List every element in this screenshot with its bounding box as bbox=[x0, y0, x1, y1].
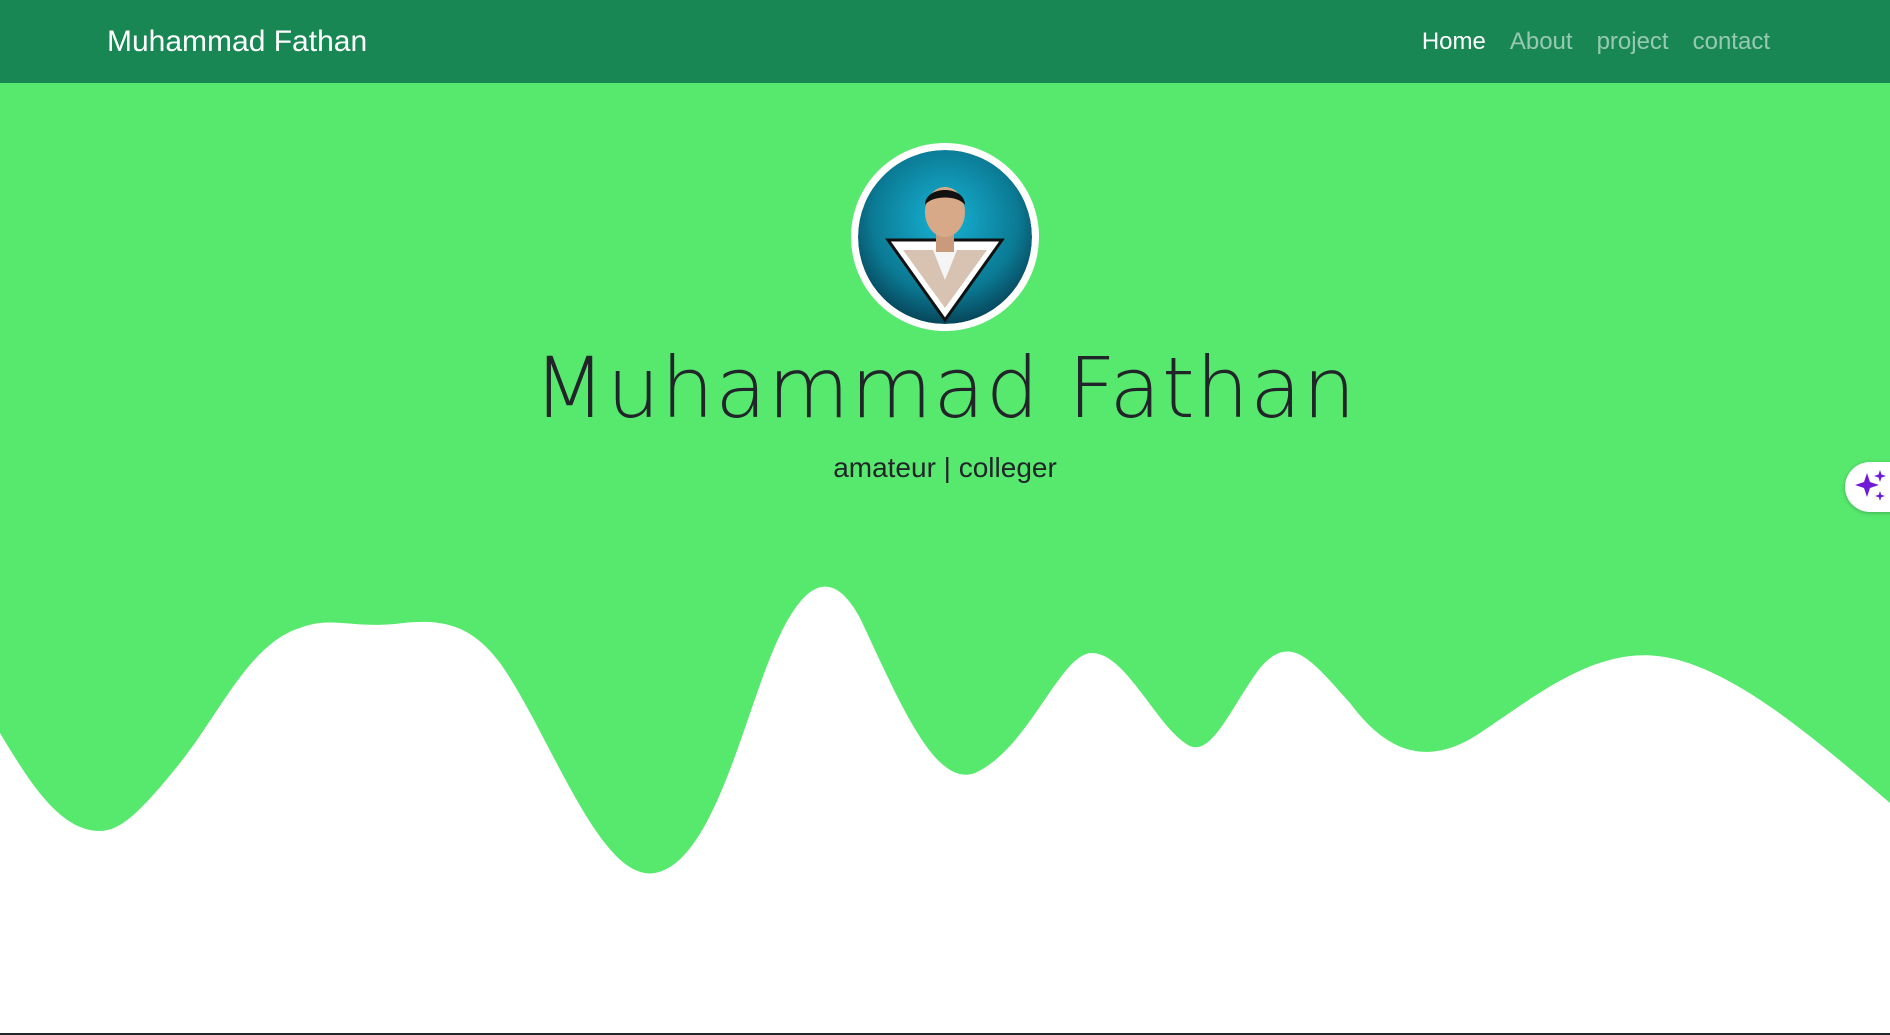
nav-link-contact[interactable]: contact bbox=[1693, 22, 1770, 62]
hero-subtitle: amateur | colleger bbox=[833, 452, 1057, 483]
sparkles-icon bbox=[1855, 470, 1886, 501]
nav-link-project[interactable]: project bbox=[1597, 22, 1669, 62]
avatar bbox=[858, 150, 1032, 324]
hero-title: Muhammad Fathan bbox=[533, 339, 1357, 437]
nav-link-about[interactable]: About bbox=[1510, 22, 1573, 62]
top-navbar: Muhammad Fathan Home About project conta… bbox=[0, 0, 1890, 83]
profile-avatar-icon bbox=[858, 150, 1032, 324]
nav-links: Home About project contact bbox=[1422, 22, 1770, 62]
portfolio-page: Muhammad Fathan Home About project conta… bbox=[0, 0, 1890, 1035]
navbar-brand[interactable]: Muhammad Fathan bbox=[107, 22, 367, 62]
nav-link-home[interactable]: Home bbox=[1422, 22, 1486, 62]
assistant-tab[interactable] bbox=[1845, 462, 1890, 512]
avatar-frame bbox=[851, 143, 1039, 331]
